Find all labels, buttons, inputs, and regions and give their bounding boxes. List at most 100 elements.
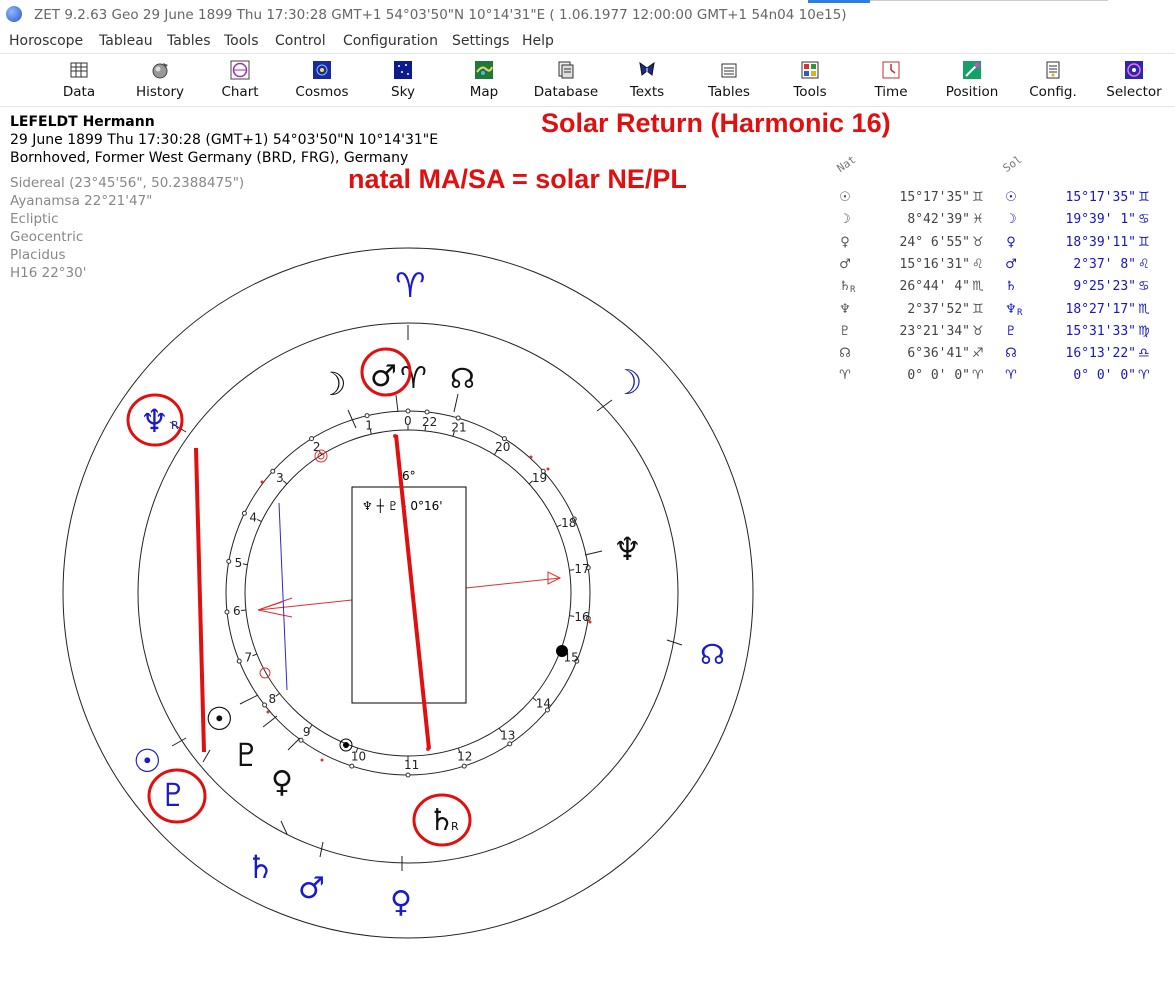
marker-circle-left [259, 667, 271, 679]
marker-sun-center [343, 742, 349, 748]
natal-pluto-glyph: ♇ [232, 736, 261, 774]
house-number: 5 [235, 556, 243, 570]
solar-position-value: 15°17'35" [1065, 190, 1136, 205]
solar-node-glyph: ☊ [700, 638, 725, 671]
house-number: 12 [457, 750, 472, 764]
natal-mars-glyph: ♂ [370, 359, 397, 394]
natal-planet-symbol: ♈ [839, 368, 851, 384]
house-number: 7 [245, 650, 253, 664]
natal-sign-symbol: ♏ [972, 279, 984, 295]
table-row: ♇ 23°21'34" ♉ ♇ 15°31'33" ♍ [830, 324, 1175, 344]
house-tick [283, 480, 288, 485]
house-cusp-dot [405, 408, 411, 414]
blue-aspect-line [278, 502, 288, 691]
table-row: ☽ 8°42'39" ♓ ☽ 19°39' 1" ♋ [830, 212, 1175, 232]
house-number: 13 [500, 729, 515, 743]
positions-table: Nat Sol ☉ 15°17'35" ♊ ☉ 15°17'35" ♊ ☽ 8°42'39" ♓… [830, 150, 1175, 400]
house-cusp-dot [349, 763, 355, 769]
natal-position-value: 23°21'34" [899, 323, 970, 339]
house-cusp-dot [241, 510, 247, 516]
solar-position-value: 2°37' 8" [1073, 256, 1136, 272]
retro-marker: R [171, 419, 179, 432]
sun-natal-tick [239, 694, 259, 705]
solar-planet-symbol: ♄ [1005, 279, 1017, 295]
table-row: ☉ 15°17'35" ♊ ☉ 15°17'35" ♊ [830, 190, 1175, 210]
natal-sun-glyph: ☉ [205, 700, 234, 738]
house-cusp-dot [455, 415, 461, 421]
solar-sign-symbol: ♋ [1138, 279, 1150, 295]
table-row: ♂ 15°16'31" ♌ ♂ 2°37' 8" ♌ [830, 257, 1175, 277]
solar-position-value: 18°27'17" [1065, 301, 1136, 317]
sun-solar-tick [171, 737, 187, 747]
solar-planet-symbol: ♇ [1005, 323, 1017, 339]
natal-venus-glyph: ♀ [271, 765, 293, 800]
neptune-natal-tick [584, 550, 603, 556]
solar-sign-symbol: ♊ [1138, 190, 1150, 205]
solar-venus-glyph: ♀ [390, 885, 412, 920]
solar-neptune-glyph: ♆ [140, 402, 169, 440]
solar-retro-flag: R [1017, 307, 1023, 318]
marker-circle-top [314, 449, 328, 463]
node-natal-tick [453, 393, 459, 413]
natal-planet-symbol: ☉ [839, 190, 851, 205]
natal-sign-symbol: ♐ [972, 346, 984, 362]
house-cusp-dot [405, 772, 411, 778]
natal-sign-symbol: ♉ [972, 323, 984, 339]
natal-position-value: 6°36'41" [907, 346, 970, 362]
degree-label: 6° [402, 469, 416, 483]
highlight-line-ne-pl [194, 447, 206, 753]
solar-position-value: 9°25'23" [1073, 279, 1136, 295]
retro-marker: R [451, 820, 459, 833]
table-row: ♀ 24° 6'55" ♉ ♀ 18°39'11" ♊ [830, 235, 1175, 255]
house-number: 1 [365, 418, 373, 432]
natal-sign-symbol: ♓ [972, 212, 984, 228]
natal-node-glyph: ☊ [450, 362, 475, 395]
natal-position-value: 0° 0' 0" [907, 368, 970, 384]
natal-planet-symbol: ☊ [839, 346, 851, 362]
house-number: 22 [422, 415, 437, 429]
natal-position-value: 15°17'35" [899, 190, 970, 205]
natal-position-value: 8°42'39" [907, 212, 970, 228]
solar-planet-symbol: ♂ [1005, 256, 1017, 272]
table-row: ♆ 2°37'52" ♊ ♆ R 18°27'17" ♏ [830, 302, 1175, 322]
solar-position-value: 0° 0' 0" [1073, 368, 1136, 384]
natal-planet-symbol: ♀ [840, 234, 850, 250]
solar-planet-symbol: ♀ [1006, 234, 1016, 250]
natal-planet-symbol: ♆ [839, 301, 851, 317]
red-dot [266, 710, 270, 714]
node-solar-tick [666, 639, 683, 646]
house-number: 19 [532, 471, 547, 485]
table-row: ♈ 0° 0' 0" ♈ ♈ 0° 0' 0" ♈ [830, 368, 1175, 388]
solar-pluto-glyph: ♇ [159, 776, 188, 814]
solar-sign-symbol: ♏ [1138, 301, 1150, 317]
house-tick [257, 519, 262, 522]
natal-position-value: 2°37'52" [907, 301, 970, 317]
solar-moon-glyph: ☽ [612, 363, 642, 403]
natal-position-value: 24° 6'55" [899, 234, 970, 250]
house-number: 0 [404, 414, 412, 428]
house-number: 14 [536, 697, 551, 711]
solar-sign-symbol: ♎ [1138, 346, 1150, 362]
solar-planet-symbol: ☊ [1005, 346, 1017, 362]
solar-sun-glyph: ☉ [133, 742, 162, 780]
house-number: 16 [574, 610, 589, 624]
house-number: 8 [268, 692, 276, 706]
solar-position-value: 18°39'11" [1065, 234, 1136, 250]
solar-planet-symbol: ♈ [1005, 368, 1017, 384]
house-cusp-dot [236, 658, 242, 664]
solar-column-header: Sol [1000, 152, 1025, 175]
house-number: 6 [233, 604, 241, 618]
table-row: ☊ 6°36'41" ♐ ☊ 16°13'22" ♎ [830, 346, 1175, 366]
house-cusp-dot [224, 609, 230, 615]
red-dot [320, 758, 324, 762]
aspect-arrow-left [257, 597, 293, 618]
solar-planet-symbol: ☽ [1005, 212, 1017, 228]
marker-filled [556, 645, 568, 657]
house-number: 9 [303, 725, 311, 739]
solar-position-value: 15°31'33" [1065, 323, 1136, 339]
red-dot [588, 620, 592, 624]
house-tick [252, 653, 258, 657]
midpoint-box [351, 486, 467, 704]
natal-position-value: 15°16'31" [899, 256, 970, 272]
solar-sign-symbol: ♊ [1138, 234, 1150, 250]
